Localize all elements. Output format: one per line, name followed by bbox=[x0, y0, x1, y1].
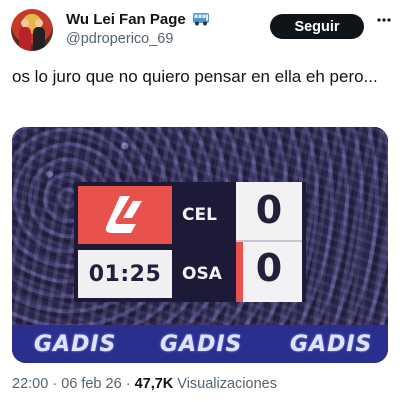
home-team-label: CEL bbox=[182, 205, 217, 225]
laliga-logo-icon bbox=[105, 196, 142, 233]
more-options-icon[interactable] bbox=[377, 13, 391, 27]
avatar-head bbox=[35, 19, 43, 27]
score-divider bbox=[236, 240, 302, 242]
ad-text: GADIS bbox=[160, 332, 243, 357]
ad-banner: GADIS GADIS GADIS bbox=[12, 325, 388, 363]
away-team-label: OSA bbox=[182, 264, 222, 284]
avatar[interactable] bbox=[11, 9, 53, 51]
tweet-meta: 22:00 · 06 feb 26 · 47,7K Visualizacione… bbox=[12, 376, 277, 392]
meta-separator: · bbox=[48, 376, 62, 392]
avatar-figure bbox=[19, 27, 31, 51]
follow-button[interactable]: Seguir bbox=[270, 14, 364, 39]
bus-icon bbox=[192, 13, 209, 26]
avatar-head bbox=[21, 19, 29, 27]
author-display-name[interactable]: Wu Lei Fan Page bbox=[66, 11, 210, 28]
meta-separator: · bbox=[121, 376, 135, 392]
tweet-time[interactable]: 22:00 bbox=[12, 376, 48, 392]
away-score: 0 bbox=[255, 246, 283, 290]
tweet-media-image[interactable]: 01:25 CEL OSA 0 0 GADIS GADIS GADIS bbox=[12, 127, 388, 363]
views-count: 47,7K bbox=[134, 376, 174, 392]
tweet-date[interactable]: 06 feb 26 bbox=[61, 376, 121, 392]
scoreboard: 01:25 CEL OSA 0 0 bbox=[74, 182, 306, 302]
ad-text: GADIS bbox=[290, 332, 373, 357]
home-score: 0 bbox=[255, 188, 283, 232]
ad-text: GADIS bbox=[34, 332, 117, 357]
avatar-figure bbox=[33, 27, 45, 51]
tweet-text: os lo juro que no quiero pensar en ella … bbox=[12, 67, 378, 86]
score-panel: 0 0 bbox=[236, 182, 302, 302]
views-label: Visualizaciones bbox=[173, 376, 277, 392]
author-name-text: Wu Lei Fan Page bbox=[66, 11, 186, 28]
match-clock: 01:25 bbox=[78, 250, 172, 298]
author-handle[interactable]: @pdroperico_69 bbox=[66, 31, 173, 47]
league-logo-box bbox=[78, 186, 172, 244]
